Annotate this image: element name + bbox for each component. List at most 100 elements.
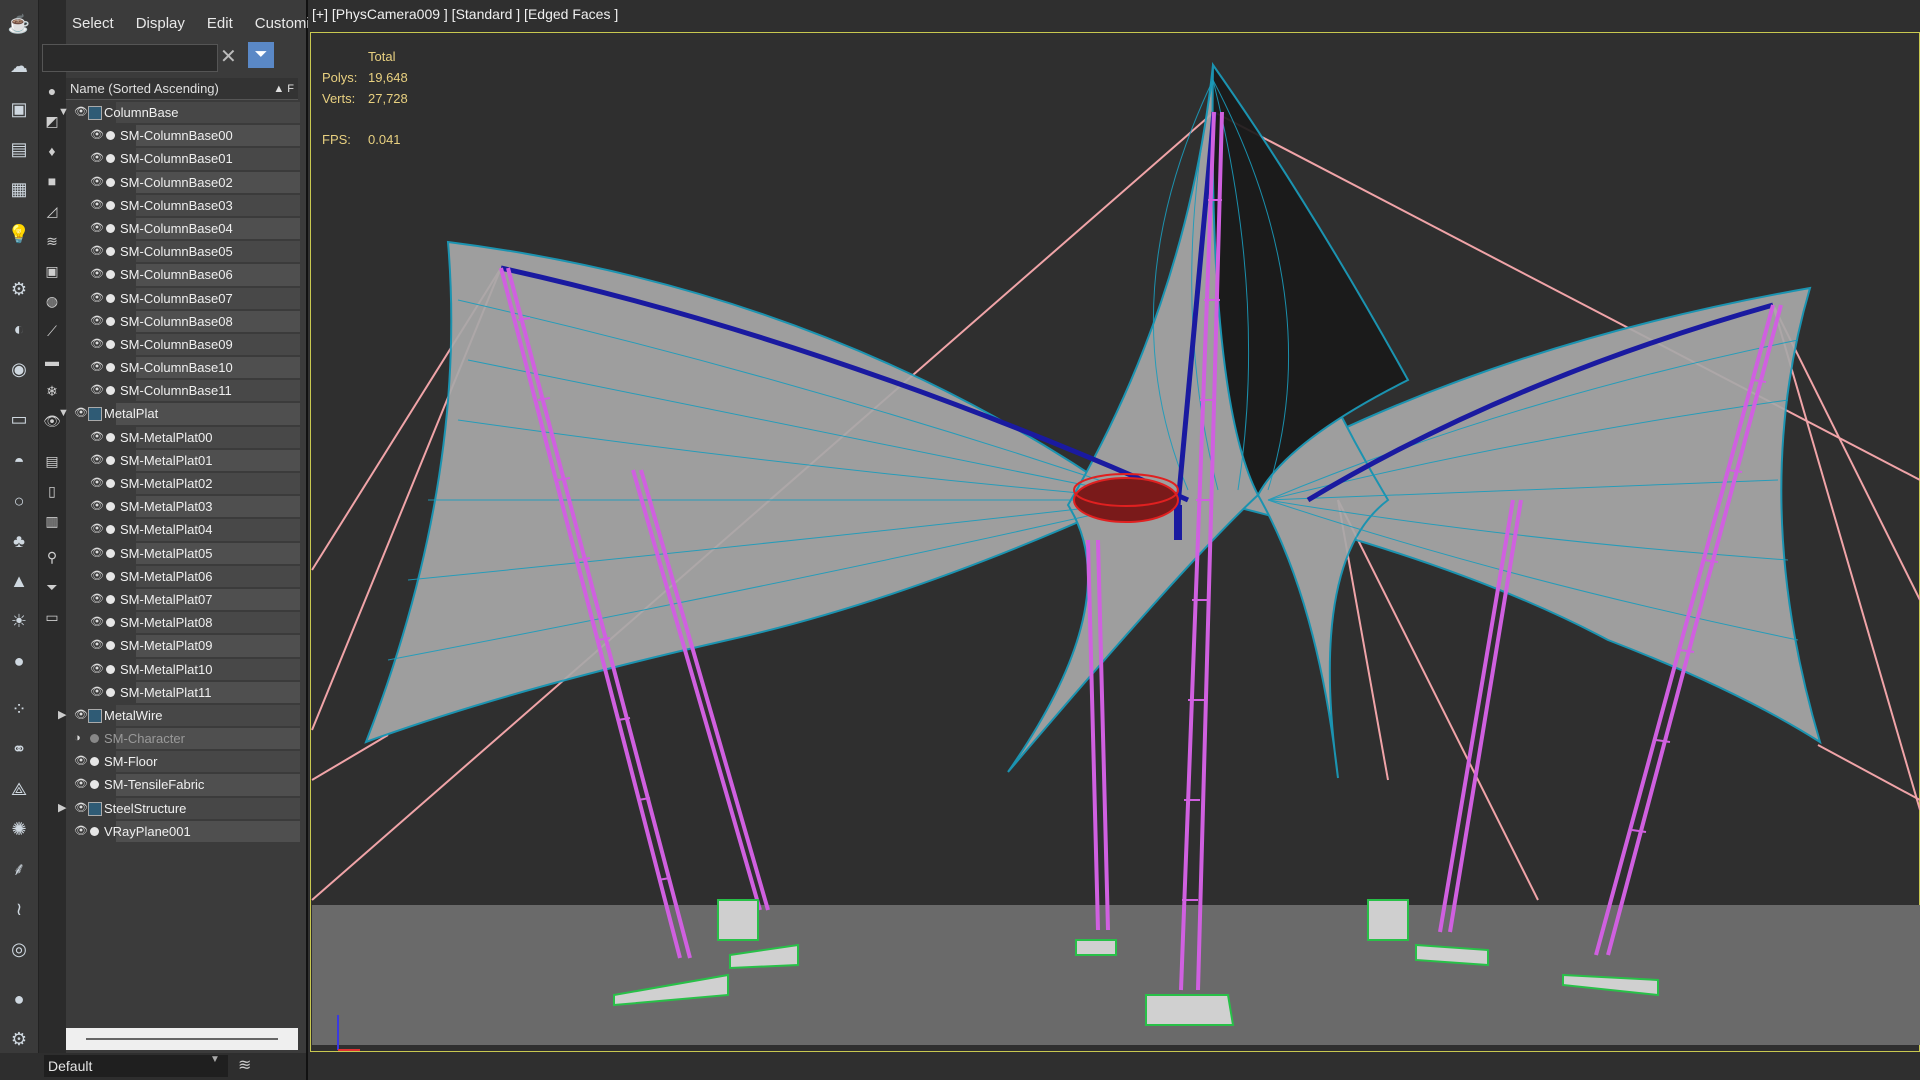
visibility-eye-icon[interactable]: 👁 <box>74 101 88 124</box>
tree-object-row[interactable]: 👁 SM-ColumnBase02 <box>66 171 300 194</box>
menu-select[interactable]: Select <box>72 15 114 32</box>
expand-icon[interactable]: ▶ <box>58 797 66 820</box>
viewport[interactable]: [+] [PhysCamera009 ] [Standard ] [Edged … <box>308 0 1920 1080</box>
column-header[interactable]: Name (Sorted Ascending) ▲ F <box>66 78 298 100</box>
gear-icon[interactable]: ✺ <box>5 815 33 843</box>
visibility-eye-icon[interactable]: 👁 <box>90 658 104 681</box>
filter-frozen-icon[interactable]: ❄ <box>40 379 64 403</box>
tree-object-row[interactable]: 👁 SM-MetalPlat00 <box>66 426 300 449</box>
hair-icon[interactable]: ≀ <box>5 895 33 923</box>
render-icon[interactable]: ◉ <box>5 355 33 383</box>
tree-object-row[interactable]: 👁 SM-MetalPlat06 <box>66 565 300 588</box>
visibility-eye-icon[interactable]: 👁 <box>90 263 104 286</box>
tree-object-row[interactable]: 👁 SM-ColumnBase01 <box>66 147 300 170</box>
tree-object-row[interactable]: 👁 SM-TensileFabric <box>66 773 300 796</box>
visibility-eye-icon[interactable]: 👁 <box>90 542 104 565</box>
clear-search-icon[interactable]: ✕ <box>220 44 237 69</box>
tree-object-row[interactable]: 👁 SM-ColumnBase07 <box>66 287 300 310</box>
visibility-eye-icon[interactable]: 👁 <box>90 495 104 518</box>
tree-object-row[interactable]: 👁 SM-ColumnBase04 <box>66 217 300 240</box>
cameras-icon[interactable]: ⚙ <box>5 275 33 303</box>
search-input[interactable] <box>42 44 218 72</box>
proxy-icon[interactable]: ⟁ <box>5 775 33 803</box>
filter-groups-icon[interactable]: ▣ <box>40 259 64 283</box>
visibility-eye-icon[interactable]: 👁 <box>90 518 104 541</box>
menu-edit[interactable]: Edit <box>207 15 233 32</box>
tree-group-row[interactable]: ▶ 👁 SteelStructure <box>58 797 300 820</box>
list-icon[interactable]: ▤ <box>40 449 64 473</box>
visibility-eye-icon[interactable]: 👁 <box>90 565 104 588</box>
sphere-gizmo-icon[interactable]: ◐ <box>5 315 33 343</box>
find-icon[interactable]: ⚲ <box>40 545 64 569</box>
visibility-eye-icon[interactable]: 👁 <box>90 171 104 194</box>
filter-lights-icon[interactable]: ♦ <box>40 139 64 163</box>
tree-group-row[interactable]: ▼ 👁 MetalPlat <box>58 402 300 425</box>
calendar-icon[interactable]: ▭ <box>40 605 64 629</box>
tree-object-row[interactable]: 👁 SM-ColumnBase10 <box>66 356 300 379</box>
texture-icon[interactable]: ◎ <box>5 935 33 963</box>
sun-icon[interactable]: ☀ <box>5 607 33 635</box>
tree-object-row[interactable]: 👁 SM-MetalPlat03 <box>66 495 300 518</box>
chevron-down-icon[interactable]: ▼ <box>210 1054 220 1065</box>
menu-display[interactable]: Display <box>136 15 185 32</box>
filter-containers-icon[interactable]: ▬ <box>40 349 64 373</box>
tree-object-row[interactable]: ◑ SM-Character <box>66 727 300 750</box>
cone-light-icon[interactable]: ▲ <box>5 567 33 595</box>
molecule-icon[interactable]: ⚭ <box>5 735 33 763</box>
filter-bones-icon[interactable]: ⟋ <box>40 319 64 343</box>
filter-helpers-icon[interactable]: ◿ <box>40 199 64 223</box>
visibility-eye-icon[interactable]: 👁 <box>90 217 104 240</box>
tree-object-row[interactable]: 👁 SM-ColumnBase11 <box>66 379 300 402</box>
tree-object-row[interactable]: 👁 SM-ColumnBase00 <box>66 124 300 147</box>
tree-object-row[interactable]: 👁 SM-ColumnBase03 <box>66 194 300 217</box>
visibility-eye-icon[interactable]: 👁 <box>90 379 104 402</box>
tree-object-row[interactable]: 👁 SM-MetalPlat07 <box>66 588 300 611</box>
visibility-eye-icon[interactable]: 👁 <box>74 773 88 796</box>
visibility-eye-icon[interactable]: 👁 <box>90 240 104 263</box>
dome-light-icon[interactable]: ◓ <box>5 447 33 475</box>
visibility-eye-icon[interactable]: 👁 <box>90 194 104 217</box>
visibility-eye-icon[interactable]: 👁 <box>90 356 104 379</box>
visibility-eye-icon[interactable]: ◑ <box>74 727 81 750</box>
teapot-icon[interactable]: ☕ <box>5 10 33 38</box>
particles-icon[interactable]: ⁘ <box>5 695 33 723</box>
table-icon[interactable]: ▦ <box>5 175 33 203</box>
tree-object-row[interactable]: 👁 VRayPlane001 <box>66 820 300 843</box>
tree-object-row[interactable]: 👁 SM-Floor <box>66 750 300 773</box>
cloud-icon[interactable]: ☁ <box>5 52 33 80</box>
disk-light-icon[interactable]: ● <box>5 647 33 675</box>
document-icon[interactable]: ▥ <box>40 509 64 533</box>
visibility-eye-icon[interactable]: 👁 <box>90 681 104 704</box>
tree-group-row[interactable]: ▶ 👁 MetalWire <box>58 704 300 727</box>
visibility-eye-icon[interactable]: 👁 <box>90 611 104 634</box>
visibility-eye-icon[interactable]: 👁 <box>90 472 104 495</box>
document-icon[interactable]: ▤ <box>5 135 33 163</box>
explorer-scrollbar[interactable] <box>66 1028 298 1050</box>
filter-geometry-icon[interactable]: ● <box>40 79 64 103</box>
visibility-eye-icon[interactable]: 👁 <box>74 820 88 843</box>
filter-toggle-button[interactable]: ⏷ <box>248 42 274 68</box>
visibility-eye-icon[interactable]: 👁 <box>74 704 88 727</box>
tree-object-row[interactable]: 👁 SM-MetalPlat11 <box>66 681 300 704</box>
filter-spacewarps-icon[interactable]: ≋ <box>40 229 64 253</box>
visibility-eye-icon[interactable]: 👁 <box>74 797 88 820</box>
render-frame-icon[interactable]: ▣ <box>5 95 33 123</box>
tree-object-row[interactable]: 👁 SM-MetalPlat09 <box>66 634 300 657</box>
layer-icon[interactable]: ▯ <box>40 479 64 503</box>
filter-cameras-icon[interactable]: ■ <box>40 169 64 193</box>
plant-icon[interactable]: ♣ <box>5 527 33 555</box>
visibility-eye-icon[interactable]: 👁 <box>90 588 104 611</box>
tree-object-row[interactable]: 👁 SM-MetalPlat04 <box>66 518 300 541</box>
tree-object-row[interactable]: 👁 SM-ColumnBase06 <box>66 263 300 286</box>
visibility-eye-icon[interactable]: 👁 <box>90 124 104 147</box>
tree-group-row[interactable]: ▼ 👁 ColumnBase <box>58 101 300 124</box>
filter-xrefs-icon[interactable]: ◍ <box>40 289 64 313</box>
filter-funnel-icon[interactable]: ⏷ <box>40 575 64 599</box>
collapse-icon[interactable]: ▼ <box>58 402 69 425</box>
sphere-light-icon[interactable]: ○ <box>5 487 33 515</box>
visibility-eye-icon[interactable]: 👁 <box>90 449 104 472</box>
tree-object-row[interactable]: 👁 SM-ColumnBase09 <box>66 333 300 356</box>
tree-object-row[interactable]: 👁 SM-MetalPlat05 <box>66 542 300 565</box>
visibility-eye-icon[interactable]: 👁 <box>90 287 104 310</box>
visibility-eye-icon[interactable]: 👁 <box>90 426 104 449</box>
